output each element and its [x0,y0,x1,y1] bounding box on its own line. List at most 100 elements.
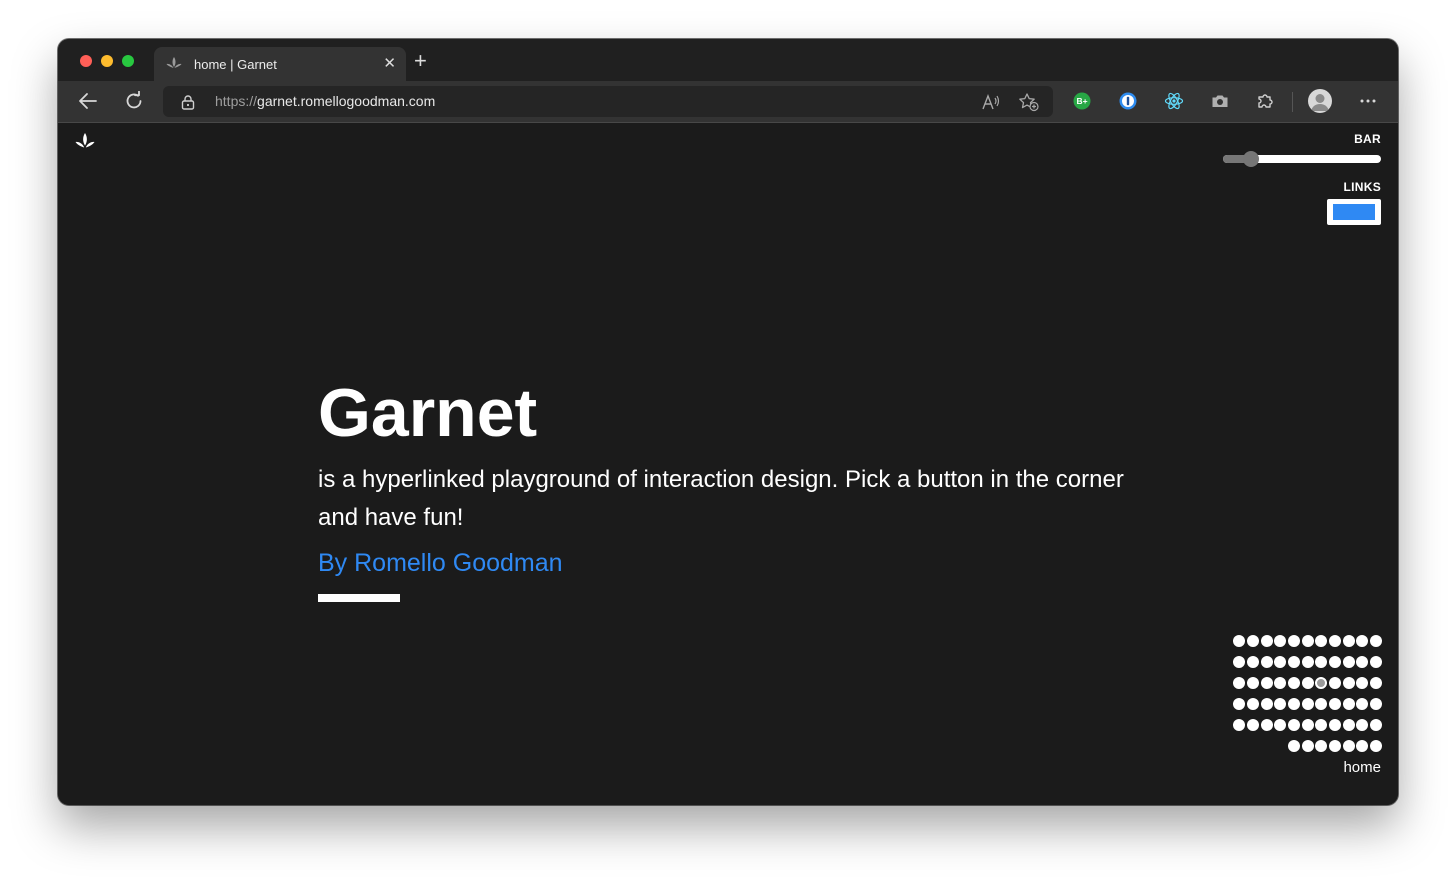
dot-button[interactable] [1328,719,1341,731]
bar-slider[interactable] [1223,151,1381,167]
dot-button[interactable] [1301,656,1314,668]
dot-button[interactable] [1233,719,1246,731]
dot-button[interactable] [1370,656,1382,668]
dot-button[interactable] [1301,719,1314,731]
dot-button[interactable] [1315,635,1328,647]
maximize-window-button[interactable] [122,55,134,67]
profile-avatar[interactable] [1308,89,1332,113]
dot-button[interactable] [1260,719,1273,731]
dot-button[interactable] [1315,719,1328,731]
dot-button[interactable] [1315,656,1328,668]
dot-button[interactable] [1315,677,1328,689]
dot-button[interactable] [1342,656,1355,668]
address-bar[interactable]: https://garnet.romellogoodman.com [163,86,1053,117]
dot-button[interactable] [1260,635,1273,647]
minimize-window-button[interactable] [101,55,113,67]
new-tab-icon[interactable]: + [414,50,427,72]
dot-button[interactable] [1370,740,1382,752]
dot-button[interactable] [1246,719,1259,731]
dot-button[interactable] [1342,719,1355,731]
bar-label: BAR [1354,132,1381,146]
dot-button[interactable] [1356,677,1369,689]
url-text: https://garnet.romellogoodman.com [215,93,436,109]
dot-button[interactable] [1246,656,1259,668]
dot-button[interactable] [1260,677,1273,689]
toolbar-separator [1292,92,1293,112]
dot-button[interactable] [1342,677,1355,689]
add-favorite-icon[interactable] [1018,91,1040,113]
bplus-extension-icon[interactable]: B+ [1071,90,1093,112]
dot-button[interactable] [1260,698,1273,710]
browser-window: home | Garnet ✕ + https://garnet.romello… [58,39,1398,805]
back-arrow-icon[interactable] [75,89,101,113]
dot-button[interactable] [1301,740,1314,752]
dot-button[interactable] [1287,656,1300,668]
browser-tab[interactable]: home | Garnet ✕ [154,47,406,81]
dot-button[interactable] [1370,698,1382,710]
tab-bar: home | Garnet ✕ + [58,39,1398,81]
links-color-picker[interactable] [1327,199,1381,225]
dot-button[interactable] [1328,677,1341,689]
dot-button[interactable] [1287,698,1300,710]
dot-button[interactable] [1356,698,1369,710]
dot-button[interactable] [1328,635,1341,647]
dot-button[interactable] [1315,740,1328,752]
dot-button[interactable] [1370,677,1382,689]
dot-button[interactable] [1246,677,1259,689]
close-window-button[interactable] [80,55,92,67]
react-devtools-icon[interactable] [1163,90,1185,112]
links-color-swatch [1333,204,1375,220]
dot-button[interactable] [1287,635,1300,647]
current-page-label: home [1343,759,1381,776]
dot-button[interactable] [1274,677,1287,689]
dot-button[interactable] [1342,740,1355,752]
dot-button[interactable] [1342,698,1355,710]
dot-button[interactable] [1233,698,1246,710]
dot-button[interactable] [1301,635,1314,647]
dot-button[interactable] [1342,635,1355,647]
author-link[interactable]: By Romello Goodman [318,549,563,578]
page-description: is a hyperlinked playground of interacti… [318,466,1124,531]
dot-button[interactable] [1246,698,1259,710]
camera-icon[interactable] [1209,90,1231,112]
dot-button[interactable] [1274,698,1287,710]
reload-icon[interactable] [121,89,147,113]
dot-button[interactable] [1356,719,1369,731]
dot-button[interactable] [1274,656,1287,668]
hero-section: Garnet is a hyperlinked playground of in… [318,373,1138,602]
dot-button[interactable] [1233,656,1246,668]
dot-button[interactable] [1246,635,1259,647]
dot-button[interactable] [1301,677,1314,689]
dot-button[interactable] [1356,635,1369,647]
more-options-icon[interactable] [1355,89,1381,113]
password-manager-icon[interactable] [1117,90,1139,112]
tab-title: home | Garnet [194,57,277,72]
dot-button[interactable] [1315,698,1328,710]
bar-slider-thumb[interactable] [1243,151,1260,167]
dot-button[interactable] [1287,677,1300,689]
dot-button[interactable] [1287,740,1300,752]
dot-button[interactable] [1356,740,1369,752]
dot-button[interactable] [1233,677,1246,689]
lotus-favicon-icon [166,57,182,68]
dot-button[interactable] [1328,698,1341,710]
read-aloud-icon[interactable] [980,91,1002,113]
dot-button[interactable] [1233,635,1246,647]
tab-close-icon[interactable]: ✕ [383,54,396,72]
dot-button[interactable] [1328,656,1341,668]
page-content: BAR LINKS Garnet is a hyperlinked playgr… [58,123,1398,805]
puzzle-extensions-icon[interactable] [1255,90,1277,112]
links-label: LINKS [1343,180,1381,194]
dot-button[interactable] [1301,698,1314,710]
dot-button[interactable] [1370,635,1382,647]
dot-button[interactable] [1328,740,1341,752]
dot-button[interactable] [1274,719,1287,731]
dot-button[interactable] [1370,719,1382,731]
dot-button[interactable] [1287,719,1300,731]
dot-button[interactable] [1260,656,1273,668]
dot-button[interactable] [1274,635,1287,647]
dot-button[interactable] [1356,656,1369,668]
browser-toolbar: https://garnet.romellogoodman.com B+ [58,81,1398,123]
garnet-logo-icon[interactable] [74,132,96,152]
page-title: Garnet [318,375,538,451]
